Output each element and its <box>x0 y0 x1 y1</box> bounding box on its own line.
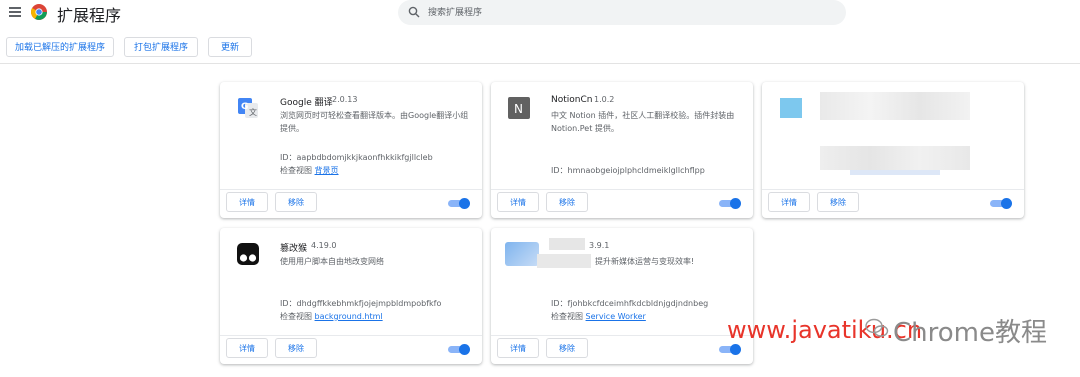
card-footer: 详情 移除 <box>491 335 753 364</box>
extension-version: 1.0.2 <box>594 95 615 104</box>
notion-icon: N <box>508 97 530 119</box>
inspect-link[interactable]: 背景页 <box>315 166 339 175</box>
inspect-link[interactable]: background.html <box>315 312 383 321</box>
toolbar: 加载已解压的扩展程序 打包扩展程序 更新 <box>0 36 1080 64</box>
extension-description: 中文 Notion 插件，社区人工翻译校验。插件封装由 Notion.Pet 提… <box>551 111 735 133</box>
load-unpacked-button[interactable]: 加载已解压的扩展程序 <box>6 37 114 57</box>
svg-text:文: 文 <box>249 107 257 117</box>
remove-button[interactable]: 移除 <box>817 192 859 212</box>
extension-description: 使用用户脚本自由地改变网络 <box>280 257 384 266</box>
extension-card-tampermonkey: 篡改猴 4.19.0 使用用户脚本自由地改变网络 ID：dhdgffkkebhm… <box>220 228 482 364</box>
extension-id: ID：aapbdbdomjkkjkaonfhkkikfgjllcleb <box>280 153 433 162</box>
wechat-icon <box>865 318 889 337</box>
search-icon <box>408 6 420 18</box>
extension-id: ID：hmnaobgeiojplphcldmeiklgllchflpp <box>551 166 705 175</box>
enable-toggle[interactable] <box>990 198 1012 209</box>
enable-toggle[interactable] <box>719 344 741 355</box>
inspect-label: 检查视图 <box>551 312 583 321</box>
extension-version: 3.9.1 <box>589 241 610 250</box>
card-footer: 详情 移除 <box>220 189 482 218</box>
inspect-label: 检查视图 <box>280 312 312 321</box>
card-footer: 详情 移除 <box>491 189 753 218</box>
google-translate-icon: G 文 <box>238 98 258 118</box>
details-button[interactable]: 详情 <box>768 192 810 212</box>
extension-name: Google 翻译 <box>280 98 333 108</box>
inspect-label: 检查视图 <box>280 166 312 175</box>
inspect-views: 检查视图 背景页 <box>280 165 339 176</box>
extension-description: 提升新媒体运营与变现效率! <box>595 257 695 266</box>
blurred-link <box>850 170 940 175</box>
menu-icon[interactable] <box>9 7 21 17</box>
blurred-extension-icon <box>505 242 539 266</box>
card-footer: 详情 移除 <box>220 335 482 364</box>
extension-description: 浏览网页时可轻松查看翻译版本。由Google翻译小组提供。 <box>280 111 469 133</box>
svg-text:G: G <box>241 102 248 112</box>
enable-toggle[interactable] <box>719 198 741 209</box>
watermark-label: Chrome教程 <box>893 318 1047 348</box>
enable-toggle[interactable] <box>448 198 470 209</box>
search-input[interactable] <box>426 3 830 23</box>
pack-extension-button[interactable]: 打包扩展程序 <box>124 37 198 57</box>
details-button[interactable]: 详情 <box>497 338 539 358</box>
remove-button[interactable]: 移除 <box>546 192 588 212</box>
remove-button[interactable]: 移除 <box>275 192 317 212</box>
page-title: 扩展程序 <box>57 6 122 25</box>
inspect-views: 检查视图 background.html <box>280 311 383 322</box>
blurred-extension-icon <box>780 98 802 118</box>
extension-name: NotionCn <box>551 95 593 105</box>
enable-toggle[interactable] <box>448 344 470 355</box>
extension-id: ID：fjohbkcfdceimhfkdcbldnjgdjndnbeg <box>551 299 709 308</box>
extension-card-google-translate: G 文 Google 翻译 2.0.13 浏览网页时可轻松查看翻译版本。由Goo… <box>220 82 482 218</box>
header-divider <box>0 63 1080 64</box>
page-header: 扩展程序 <box>0 0 1080 28</box>
tampermonkey-icon <box>237 243 259 265</box>
blurred-name <box>549 238 585 250</box>
extension-version: 2.0.13 <box>332 95 358 104</box>
details-button[interactable]: 详情 <box>497 192 539 212</box>
chrome-logo-icon <box>31 4 47 20</box>
blurred-name <box>820 92 970 120</box>
search-box[interactable] <box>398 0 846 25</box>
remove-button[interactable]: 移除 <box>546 338 588 358</box>
remove-button[interactable]: 移除 <box>275 338 317 358</box>
extension-card-notioncn: N NotionCn 1.0.2 中文 Notion 插件，社区人工翻译校验。插… <box>491 82 753 218</box>
blurred-details <box>820 146 970 170</box>
extension-id: ID：dhdgffkkebhmkfjojejmpbldmpobfkfo <box>280 299 442 308</box>
extension-card-blurred: 详情 移除 <box>762 82 1024 218</box>
inspect-views: 检查视图 Service Worker <box>551 311 646 322</box>
extension-card-media-assistant: 3.9.1 提升新媒体运营与变现效率! ID：fjohbkcfdceimhfkd… <box>491 228 753 364</box>
details-button[interactable]: 详情 <box>226 338 268 358</box>
extension-version: 4.19.0 <box>311 241 337 250</box>
inspect-link[interactable]: Service Worker <box>586 312 646 321</box>
card-footer: 详情 移除 <box>762 189 1024 218</box>
update-button[interactable]: 更新 <box>208 37 252 57</box>
extension-name: 篡改猴 <box>280 244 308 254</box>
svg-text:N: N <box>514 102 523 116</box>
details-button[interactable]: 详情 <box>226 192 268 212</box>
blurred-description-start <box>537 254 591 268</box>
